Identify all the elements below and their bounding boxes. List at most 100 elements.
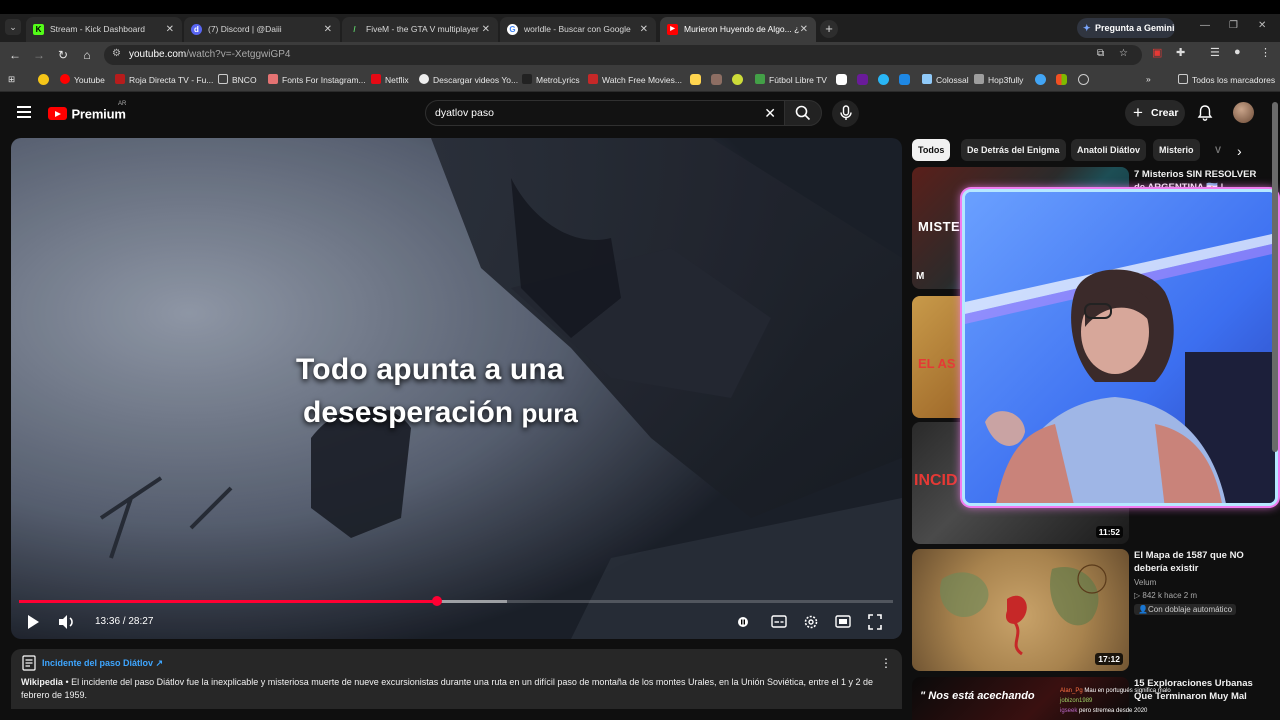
bookmarks-overflow-icon[interactable]: » [1146,74,1151,84]
search-button[interactable] [784,100,822,126]
video-caption-line1: Todo apunta a una [296,353,564,386]
chips-next-icon[interactable]: › [1237,143,1242,159]
close-tab-icon[interactable]: ✕ [640,17,648,42]
play-icon[interactable] [25,612,41,632]
info-panel-title-link[interactable]: Incidente del paso Diátlov ↗ [42,658,163,669]
more-options-icon[interactable]: ⋮ [880,656,892,670]
scrubber-handle[interactable] [431,596,442,606]
extension-red-icon[interactable]: ▣ [1152,46,1162,59]
profile-icon[interactable]: ● [1234,46,1241,58]
volume-icon[interactable] [57,612,77,632]
yahoo-icon[interactable] [857,74,868,85]
microsoft-icon[interactable] [1056,74,1067,85]
chrome-menu-icon[interactable]: ⋮ [1260,46,1271,59]
bookmark-icon-3[interactable] [732,74,743,85]
discord-icon: d [191,24,202,35]
autoplay-toggle-icon[interactable] [737,612,749,632]
url-text[interactable]: youtube.com/watch?v=-XetggwiGP4 [129,49,290,60]
fullscreen-icon[interactable] [867,612,883,632]
bookmark-icon-6[interactable] [899,74,910,85]
notifications-bell-icon[interactable] [1196,104,1214,122]
tab-title: Stream - Kick Dashboard [50,24,145,34]
address-bar-row: ← → ↻ ⌂ ⚙ youtube.com/watch?v=-XetggwiGP… [0,42,1280,68]
chat-message: Alan_Pg Mau en portugués significa malo [1060,688,1171,694]
tab-google-search[interactable]: G worldle - Buscar con Google ✕ [500,17,656,42]
minimize-icon[interactable]: — [1200,20,1210,31]
globe-icon[interactable] [1078,74,1089,85]
settings-gear-icon[interactable] [803,612,819,632]
close-tab-icon[interactable]: ✕ [800,17,808,42]
page-scrollbar[interactable] [1272,96,1278,706]
video-player[interactable]: Todo apunta a una desesperación pura 13:… [11,138,902,639]
fivem-icon: / [353,25,356,34]
tab-kick-dashboard[interactable]: K Stream - Kick Dashboard ✕ [26,17,182,42]
tab-discord[interactable]: d (7) Discord | @Daiii ✕ [184,17,340,42]
tab-strip: ⌄ K Stream - Kick Dashboard ✕ d (7) Disc… [0,14,1280,42]
info-panel-text: Wikipedia • El incidente del paso Diátlo… [21,677,874,700]
subtitles-icon[interactable] [771,612,787,632]
close-tab-icon[interactable]: ✕ [482,17,490,42]
home-icon[interactable]: ⌂ [78,46,96,64]
bookmark-bnco[interactable]: BNCO [218,74,257,85]
recommendation-title[interactable]: El Mapa de 1587 que NO debería existir [1134,549,1264,575]
gemini-button[interactable]: ✦ Pregunta a Gemini [1077,18,1175,38]
tab-fivem[interactable]: / FiveM - the GTA V multiplayer ✕ [342,17,498,42]
bookmark-hop3fully[interactable]: Hop3fully [974,74,1023,85]
recommendation-channel[interactable]: Velum [1134,578,1156,587]
chip-partial[interactable]: V [1209,139,1227,161]
back-icon[interactable]: ← [6,46,24,64]
bookmark-youtube[interactable]: Youtube [60,74,105,85]
tab-title: worldle - Buscar con Google [524,24,631,34]
article-icon [22,655,36,671]
bookmark-netflix[interactable]: Netflix [371,74,409,85]
maximize-icon[interactable]: ❐ [1229,20,1238,31]
new-tab-button[interactable]: + [820,20,838,38]
youtube-premium-logo[interactable]: Premium AR [48,101,126,123]
reload-icon[interactable]: ↻ [54,46,72,64]
chip-anatoli-diatlov[interactable]: Anatoli Diátlov [1071,139,1147,161]
scrollbar-thumb[interactable] [1272,102,1278,452]
omnibox[interactable]: ⚙ youtube.com/watch?v=-XetggwiGP4 ⧉ ☆ [104,45,1142,65]
window-close-icon[interactable]: ✕ [1258,20,1266,31]
bookmark-metrolyrics[interactable]: MetroLyrics [522,74,580,85]
close-tab-icon[interactable]: ✕ [166,17,174,42]
bookmark-star-icon[interactable]: ☆ [1119,48,1128,59]
chip-todos[interactable]: Todos [912,139,951,161]
emoji-bookmark-icon[interactable] [38,74,49,85]
recommendation-thumbnail[interactable]: 17:12 [912,549,1129,671]
chip-detras-del-enigma[interactable]: De Detrás del Enigma [961,139,1066,161]
bookmark-futbol-libre[interactable]: Fútbol Libre TV [755,74,827,85]
bookmark-icon-1[interactable] [690,74,701,85]
close-tab-icon[interactable]: ✕ [324,17,332,42]
tab-search-button[interactable]: ⌄ [5,19,21,35]
guide-menu-icon[interactable] [17,106,31,118]
microphone-icon [840,105,852,120]
search-input[interactable]: dyatlov paso ✕ [425,100,785,126]
bookmark-icon-4[interactable] [836,74,847,85]
bookmark-watch-free-movies[interactable]: Watch Free Movies... [588,74,682,85]
theater-mode-icon[interactable] [835,612,851,632]
tab-youtube-video[interactable]: ▶ Murieron Huyendo de Algo... ¿ ✕ [660,17,816,42]
bookmark-roja-directa[interactable]: Roja Directa TV - Fu... [115,74,213,85]
kick-icon: K [33,24,44,35]
bookmark-icon-2[interactable] [711,74,722,85]
reading-list-icon[interactable]: ☰ [1210,46,1220,59]
extensions-puzzle-icon[interactable]: ✚ [1176,46,1185,59]
bookmark-fonts[interactable]: Fonts For Instagram... [268,74,366,85]
all-bookmarks-folder[interactable]: Todos los marcadores [1178,74,1275,85]
progress-bar[interactable] [19,596,893,606]
apps-icon[interactable]: ⊞ [8,74,15,85]
bookmark-icon-7[interactable] [1035,74,1046,85]
forward-icon[interactable]: → [30,46,48,64]
chip-misterio[interactable]: Misterio [1153,139,1200,161]
clear-search-icon[interactable]: ✕ [764,105,776,122]
duration-badge: 11:52 [1095,526,1123,538]
bookmark-descargar-videos[interactable]: Descargar videos Yo... [419,74,518,85]
bookmark-colossal[interactable]: Colossal [922,74,969,85]
account-avatar[interactable] [1233,102,1254,123]
site-info-icon[interactable]: ⚙ [112,48,121,59]
create-button[interactable]: + Crear [1125,100,1185,126]
voice-search-button[interactable] [832,100,859,127]
install-app-icon[interactable]: ⧉ [1097,48,1104,59]
bookmark-icon-5[interactable] [878,74,889,85]
